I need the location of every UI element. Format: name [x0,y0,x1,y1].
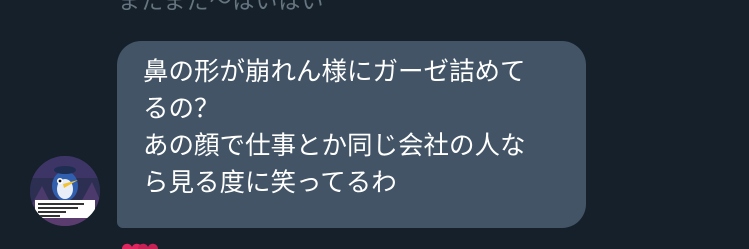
chat-window: またまた〜はいはい 鼻の形が崩れん様にガーゼ詰めて るの？ あの顔で仕事とか同じ… [0,0,749,249]
message-bubble[interactable]: 鼻の形が崩れん様にガーゼ詰めて るの？ あの顔で仕事とか同じ会社の人な ら見る度… [117,41,586,228]
message-line: 鼻の形が崩れん様にガーゼ詰めて [143,57,526,87]
message-line: ら見る度に笑ってるわ [143,168,397,198]
message-line: るの？ [143,94,220,124]
message-line: あの顔で仕事とか同じ会社の人な [143,131,526,161]
reaction-badge[interactable] [116,240,160,249]
penguin-avatar-icon [30,156,100,226]
previous-message-fragment: またまた〜はいはい [118,0,325,15]
heart-icon [122,243,158,249]
sender-avatar[interactable] [30,156,100,226]
